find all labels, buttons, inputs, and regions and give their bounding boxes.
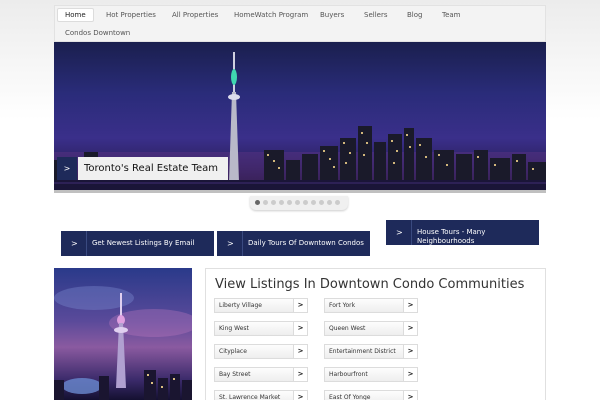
nav-item-buyers[interactable]: Buyers	[320, 11, 344, 19]
chevron-right-icon: >	[403, 322, 417, 335]
slider-dot[interactable]	[335, 200, 340, 205]
cta-label: House Tours - Many Neighbourhoods	[417, 228, 486, 245]
house-tours-button[interactable]: > House Tours - Many Neighbourhoods	[386, 220, 539, 245]
listing-label: Entertainment District	[329, 348, 396, 355]
divider	[411, 220, 412, 245]
slider-dot[interactable]	[255, 200, 260, 205]
listing-harbourfront[interactable]: Harbourfront >	[324, 367, 418, 382]
hero-caption: Toronto's Real Estate Team	[78, 157, 228, 180]
listing-east-of-yonge[interactable]: East Of Yonge >	[324, 390, 418, 400]
chevron-right-icon: >	[293, 322, 307, 335]
slider-dot[interactable]	[263, 200, 268, 205]
nav-item-blog[interactable]: Blog	[407, 11, 422, 19]
nav-item-hot-properties[interactable]: Hot Properties	[106, 11, 156, 19]
cn-tower-photo	[54, 268, 192, 400]
listing-king-west[interactable]: King West >	[214, 321, 308, 336]
listing-queen-west[interactable]: Queen West >	[324, 321, 418, 336]
slider-dot[interactable]	[303, 200, 308, 205]
chevron-right-icon: >	[403, 391, 417, 400]
listing-label: Harbourfront	[329, 371, 368, 378]
get-newest-listings-button[interactable]: > Get Newest Listings By Email	[61, 231, 214, 256]
listing-label: St. Lawrence Market	[219, 394, 281, 400]
nav-item-homewatch-program[interactable]: HomeWatch Program	[234, 11, 308, 19]
listing-label: Queen West	[329, 325, 366, 332]
chevron-right-icon: >	[293, 345, 307, 358]
nav-item-all-properties[interactable]: All Properties	[172, 11, 218, 19]
slider-dot[interactable]	[319, 200, 324, 205]
listing-cityplace[interactable]: Cityplace >	[214, 344, 308, 359]
daily-tours-button[interactable]: > Daily Tours Of Downtown Condos	[217, 231, 370, 256]
listing-label: Bay Street	[219, 371, 251, 378]
listings-panel: View Listings In Downtown Condo Communit…	[205, 268, 546, 400]
chevron-right-icon: >	[396, 228, 403, 237]
slider-dot[interactable]	[287, 200, 292, 205]
listing-label: Fort York	[329, 302, 356, 309]
chevron-right-icon: >	[227, 239, 234, 248]
listing-label: East Of Yonge	[329, 394, 371, 400]
slider-dot[interactable]	[279, 200, 284, 205]
nav-item-team[interactable]: Team	[442, 11, 461, 19]
chevron-right-icon: >	[293, 299, 307, 312]
hero-slide-arrow-button[interactable]: >	[57, 157, 77, 180]
slider-dot[interactable]	[327, 200, 332, 205]
listing-bay-street[interactable]: Bay Street >	[214, 367, 308, 382]
listing-entertainment-district[interactable]: Entertainment District >	[324, 344, 418, 359]
nav-item-home[interactable]: Home	[65, 11, 86, 19]
cta-label: Daily Tours Of Downtown Condos	[248, 239, 364, 247]
chevron-right-icon: >	[403, 345, 417, 358]
chevron-right-icon: >	[293, 391, 307, 400]
listing-liberty-village[interactable]: Liberty Village >	[214, 298, 308, 313]
listings-title: View Listings In Downtown Condo Communit…	[215, 277, 525, 292]
slider-pagination	[250, 196, 348, 210]
listing-label: Liberty Village	[219, 302, 262, 309]
listing-label: King West	[219, 325, 249, 332]
listing-fort-york[interactable]: Fort York >	[324, 298, 418, 313]
chevron-right-icon: >	[403, 368, 417, 381]
divider	[242, 231, 243, 256]
main-navigation: Home Hot Properties All Properties HomeW…	[54, 5, 546, 42]
divider	[86, 231, 87, 256]
listing-st-lawrence-market[interactable]: St. Lawrence Market >	[214, 390, 308, 400]
slider-dot[interactable]	[295, 200, 300, 205]
chevron-right-icon: >	[293, 368, 307, 381]
nav-item-sellers[interactable]: Sellers	[364, 11, 387, 19]
listing-label: Cityplace	[219, 348, 247, 355]
slider-dot[interactable]	[271, 200, 276, 205]
chevron-right-icon: >	[403, 299, 417, 312]
cn-tower-illustration	[54, 286, 192, 400]
slider-dot[interactable]	[311, 200, 316, 205]
cta-label: Get Newest Listings By Email	[92, 239, 195, 247]
nav-item-condos-downtown[interactable]: Condos Downtown	[65, 29, 130, 37]
chevron-right-icon: >	[71, 239, 78, 248]
